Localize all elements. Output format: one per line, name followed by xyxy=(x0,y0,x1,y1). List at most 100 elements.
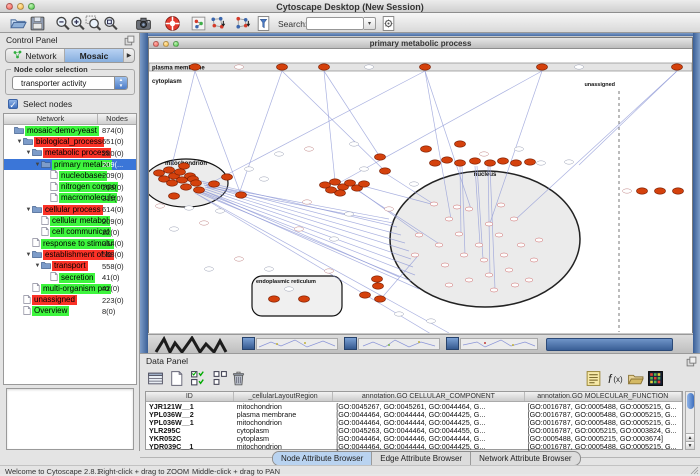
node-label-pill[interactable] xyxy=(537,161,546,165)
nucleus-node[interactable] xyxy=(441,263,449,267)
node-label-pill[interactable] xyxy=(350,142,359,146)
edge[interactable] xyxy=(198,191,419,289)
table-scrollbar[interactable]: ▲ ▼ xyxy=(685,391,695,450)
node-label-pill[interactable] xyxy=(360,167,369,171)
network-node[interactable] xyxy=(421,146,432,152)
nucleus-node[interactable] xyxy=(505,268,513,272)
nucleus-node[interactable] xyxy=(535,238,543,242)
nucleus-node[interactable] xyxy=(480,258,488,262)
network-node[interactable] xyxy=(330,179,341,185)
tree-row-mosaic-demo-yeast[interactable]: mosaic-demo-yeast874(0) xyxy=(4,125,136,136)
tree-row-overview[interactable]: Overview8(0) xyxy=(4,306,136,317)
nucleus-node[interactable] xyxy=(500,253,508,257)
network-node[interactable] xyxy=(179,163,190,169)
network-node[interactable] xyxy=(442,157,453,163)
filter-icon[interactable] xyxy=(255,15,272,32)
node-label-pill[interactable] xyxy=(205,267,214,271)
nucleus-node[interactable] xyxy=(411,253,419,257)
nucleus-node[interactable] xyxy=(415,233,423,237)
zoom-fit-icon[interactable] xyxy=(102,15,119,32)
scroll-down-icon[interactable]: ▼ xyxy=(686,441,694,449)
network-node[interactable] xyxy=(277,64,288,70)
expander-icon[interactable]: ▼ xyxy=(34,263,41,269)
nucleus-node[interactable] xyxy=(455,232,463,236)
configure-search-icon[interactable] xyxy=(380,15,397,32)
network-node[interactable] xyxy=(498,158,509,164)
column-header[interactable]: ID xyxy=(146,392,234,401)
node-label-pill[interactable] xyxy=(345,212,354,216)
network-node[interactable] xyxy=(154,170,165,176)
edge[interactable] xyxy=(339,71,542,183)
node-label-pill[interactable] xyxy=(170,227,179,231)
tree-row-macromolecule[interactable]: macromolecule311(0) xyxy=(4,193,136,204)
network-node[interactable] xyxy=(326,187,337,193)
tab-overflow-icon[interactable]: ▶ xyxy=(124,49,134,62)
nucleus-node[interactable] xyxy=(490,288,498,292)
node-label-pill[interactable] xyxy=(185,206,194,210)
attribute-matrix-icon[interactable] xyxy=(647,370,664,387)
tree-row-nitrogen-compo[interactable]: nitrogen compo209(0) xyxy=(4,181,136,192)
desktop-frame-right[interactable] xyxy=(693,33,700,353)
tree-row-cell-communicat[interactable]: cell communicat22(0) xyxy=(4,227,136,238)
tab-mosaic[interactable]: Mosaic xyxy=(65,49,124,62)
network-node[interactable] xyxy=(360,292,371,298)
network-node[interactable] xyxy=(673,188,684,194)
nucleus-node[interactable] xyxy=(460,253,468,257)
nucleus-node[interactable] xyxy=(517,243,525,247)
network-node[interactable] xyxy=(222,174,233,180)
network-node[interactable] xyxy=(164,167,175,173)
edge[interactable] xyxy=(202,192,415,275)
network-node[interactable] xyxy=(209,181,220,187)
node-label-pill[interactable] xyxy=(235,257,244,261)
network-node[interactable] xyxy=(525,159,536,165)
node-label-pill[interactable] xyxy=(260,177,269,181)
birds-eye-view[interactable] xyxy=(6,388,134,450)
network-window-titlebar[interactable]: primary metabolic process xyxy=(149,38,692,49)
tree-column-nodes[interactable]: Nodes xyxy=(98,114,136,124)
network-node[interactable] xyxy=(373,283,384,289)
node-label-pill[interactable] xyxy=(305,147,314,151)
node-label-pill[interactable] xyxy=(427,319,436,323)
network-node[interactable] xyxy=(236,192,247,198)
open-file-icon[interactable] xyxy=(10,15,27,32)
network-node[interactable] xyxy=(485,160,496,166)
tree-row-establishment-of-lo[interactable]: ▼establishment of lo558(0) xyxy=(4,249,136,260)
network-node[interactable] xyxy=(511,160,522,166)
network-node[interactable] xyxy=(672,64,683,70)
nucleus-node[interactable] xyxy=(465,278,473,282)
layout-a-icon[interactable] xyxy=(209,15,226,32)
expander-icon[interactable]: ▼ xyxy=(25,252,32,258)
float-panel-icon[interactable] xyxy=(124,35,135,46)
attribute-list-icon[interactable] xyxy=(585,370,602,387)
attribute-table-icon[interactable] xyxy=(147,370,164,387)
expander-icon[interactable]: ▼ xyxy=(25,207,32,213)
network-node[interactable] xyxy=(430,160,441,166)
nucleus-node[interactable] xyxy=(465,207,473,211)
network-node[interactable] xyxy=(380,168,391,174)
edge[interactable] xyxy=(324,71,335,181)
network-node[interactable] xyxy=(269,296,280,302)
minimized-window-bar[interactable] xyxy=(256,338,338,350)
network-node[interactable] xyxy=(359,181,370,187)
nucleus-node[interactable] xyxy=(445,283,453,287)
network-node[interactable] xyxy=(372,276,383,282)
tree-row-cellular-process[interactable]: ▼cellular process614(0) xyxy=(4,204,136,215)
search-options-chevron-icon[interactable]: ▾ xyxy=(364,17,376,30)
node-label-pill[interactable] xyxy=(410,182,419,186)
node-label-pill[interactable] xyxy=(245,167,254,171)
nucleus-node[interactable] xyxy=(510,217,518,221)
node-label-pill[interactable] xyxy=(216,209,225,213)
node-label-pill[interactable] xyxy=(515,147,524,151)
tree-row-biological-process[interactable]: ▼biological_process651(0) xyxy=(4,136,136,147)
tab-network-attribute-browser[interactable]: Network Attribute Browser xyxy=(471,452,579,465)
network-node[interactable] xyxy=(375,296,386,302)
node-label-pill[interactable] xyxy=(330,237,339,241)
node-label-pill[interactable] xyxy=(156,204,165,208)
node-label-pill[interactable] xyxy=(565,160,574,164)
float-panel-icon[interactable] xyxy=(686,356,697,367)
network-canvas[interactable]: plasma membranecytoplasmmitochondrionnuc… xyxy=(149,49,692,333)
edge[interactable] xyxy=(516,71,677,219)
node-label-pill[interactable] xyxy=(623,189,632,193)
scrollbar-thumb[interactable] xyxy=(687,393,694,409)
nucleus-node[interactable] xyxy=(445,217,453,221)
